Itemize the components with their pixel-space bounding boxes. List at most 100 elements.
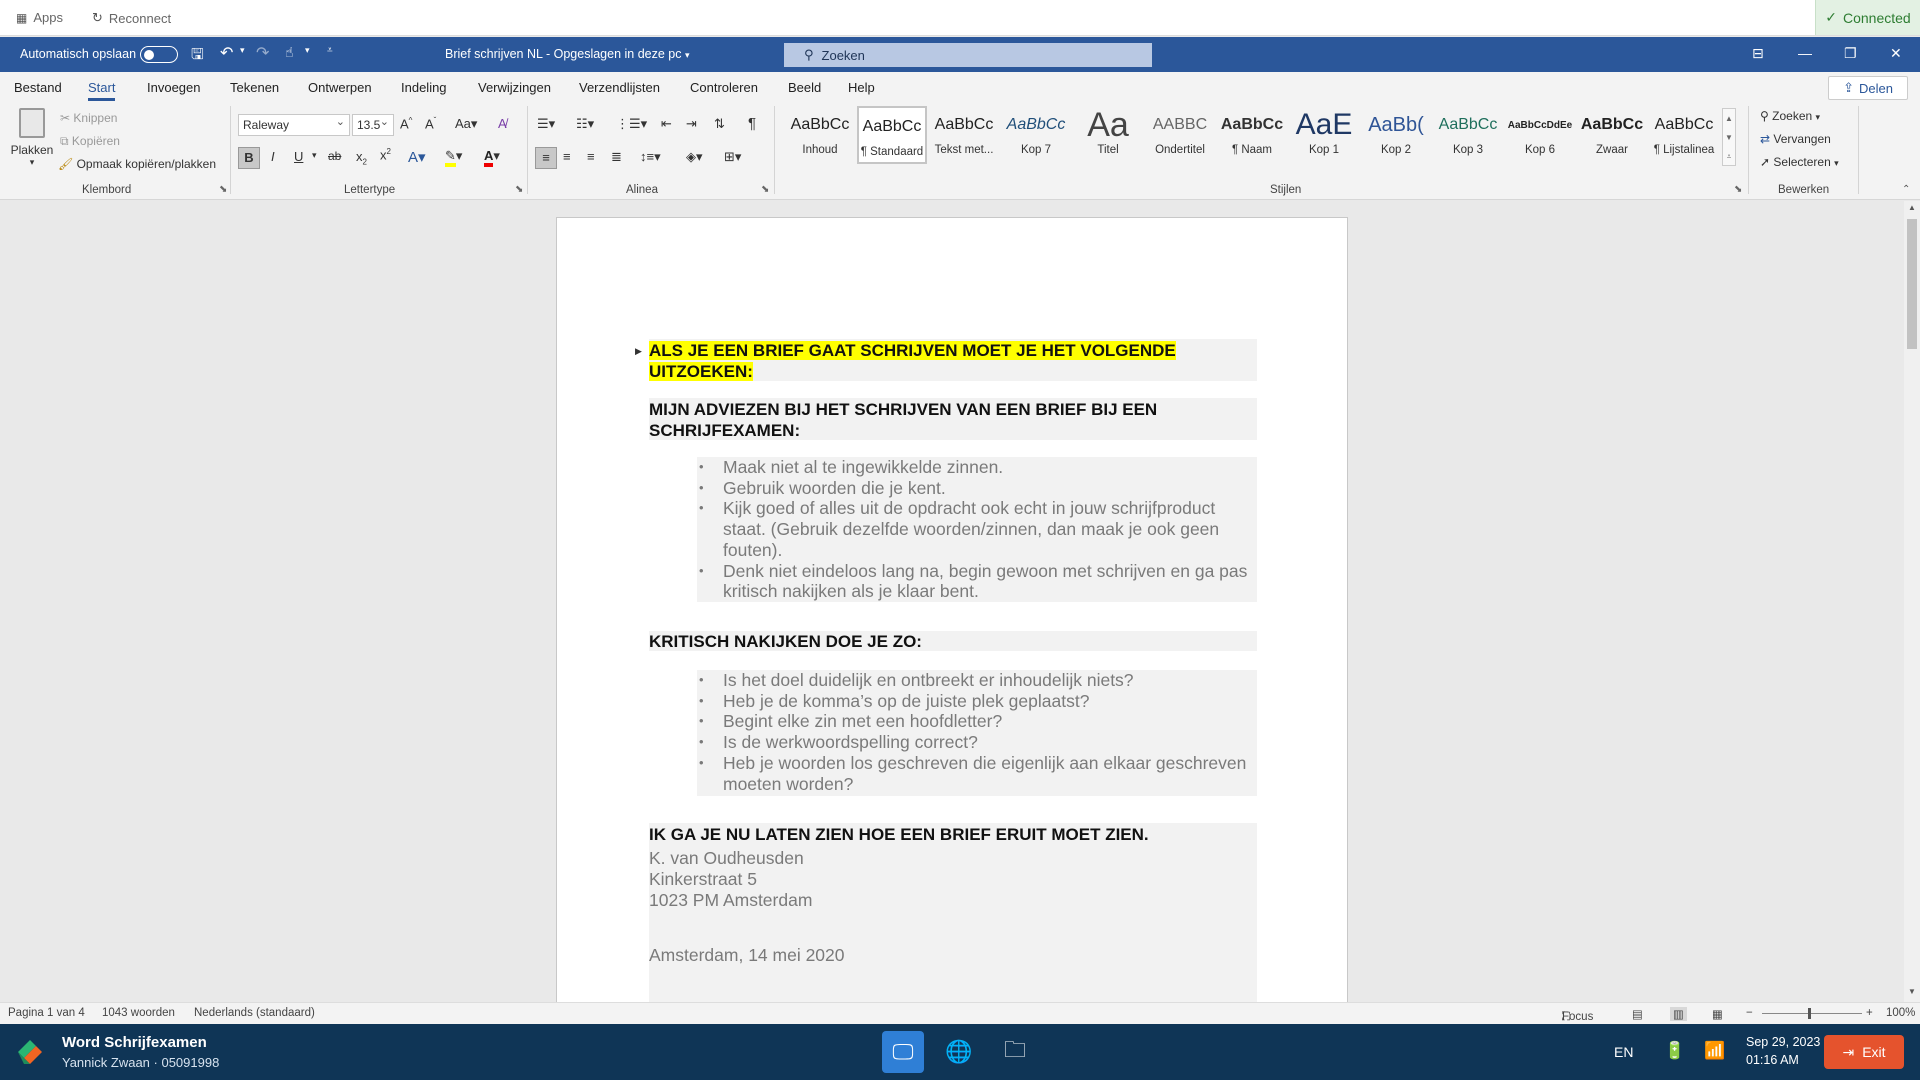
scrollbar-thumb[interactable] — [1907, 219, 1917, 349]
tab-indeling[interactable]: Indeling — [401, 80, 447, 95]
undo-icon[interactable]: ↶ — [220, 43, 233, 63]
bullets-icon[interactable]: ☰▾ — [537, 116, 555, 132]
more-styles-icon[interactable]: ⩡ — [1723, 147, 1735, 166]
cut-button[interactable]: ✂ Knippen — [60, 111, 117, 125]
tab-bestand[interactable]: Bestand — [14, 80, 62, 95]
style-inhoud[interactable]: AaBbCc Inhoud — [785, 106, 855, 164]
customize-qat-icon[interactable]: ⩡ — [327, 45, 333, 56]
tab-ontwerpen[interactable]: Ontwerpen — [308, 80, 372, 95]
font-name-combo[interactable]: Raleway — [238, 114, 350, 136]
zoom-slider[interactable] — [1762, 1013, 1862, 1014]
text-effects-icon[interactable]: A▾ — [408, 148, 426, 166]
minimize-icon[interactable]: — — [1798, 45, 1812, 61]
dialog-launcher-icon[interactable]: ⬊ — [761, 184, 769, 195]
redo-icon[interactable]: ↷ — [256, 43, 269, 63]
bold-icon[interactable]: B — [238, 147, 260, 169]
select-button[interactable]: ➚ Selecteren ▾ — [1760, 155, 1839, 169]
document-page[interactable]: ▶ ALS JE EEN BRIEF GAAT SCHRIJVEN MOET J… — [556, 217, 1348, 1002]
document-canvas[interactable]: ▶ ALS JE EEN BRIEF GAAT SCHRIJVEN MOET J… — [0, 201, 1904, 1002]
style-kop-1[interactable]: AaE Kop 1 — [1289, 106, 1359, 164]
italic-icon[interactable]: I — [271, 149, 275, 164]
style-kop-6[interactable]: AaBbCcDdEe Kop 6 — [1505, 106, 1575, 164]
strikethrough-icon[interactable]: ab — [328, 149, 341, 163]
styles-scroll[interactable]: ▲ ▼ ⩡ — [1722, 108, 1736, 166]
apps-button[interactable]: ▦ Apps — [16, 10, 63, 25]
copy-button[interactable]: ⧉ Kopiëren — [60, 134, 120, 149]
style-kop-2[interactable]: AaBb(Kop 2 — [1361, 106, 1431, 164]
pilcrow-icon[interactable]: ¶ — [748, 115, 756, 132]
page-count[interactable]: Pagina 1 van 4 — [8, 1007, 85, 1019]
style-kop-7[interactable]: AaBbCc Kop 7 — [1001, 106, 1071, 164]
decrease-indent-icon[interactable]: ⇤ — [661, 116, 672, 132]
style-tekst-met[interactable]: AaBbCc Tekst met... — [929, 106, 999, 164]
heading-1[interactable]: ALS JE EEN BRIEF GAAT SCHRIJVEN MOET JE … — [649, 339, 1257, 381]
battery-icon[interactable]: 🔋 — [1664, 1041, 1685, 1061]
tab-start[interactable]: Start — [88, 80, 116, 101]
chevron-up-icon[interactable]: ▲ — [1908, 203, 1916, 212]
print-layout-icon[interactable]: ▥ — [1670, 1007, 1687, 1021]
chevron-down-icon[interactable]: ▼ — [1723, 128, 1735, 147]
document-title[interactable]: Brief schrijven NL - Opgeslagen in deze … — [445, 47, 690, 61]
chevron-up-icon[interactable]: ▲ — [1723, 109, 1735, 128]
touch-dropdown-icon[interactable]: ▾ — [305, 45, 310, 56]
search-box[interactable]: ⚲ Zoeken — [784, 43, 1152, 67]
shading-icon[interactable]: ◈▾ — [686, 149, 703, 165]
format-painter-button[interactable]: 🖌 Opmaak kopiëren/plakken — [58, 157, 216, 171]
style-standaard[interactable]: AaBbCc ¶ Standaard — [857, 106, 927, 164]
tab-beeld[interactable]: Beeld — [788, 80, 821, 95]
tab-tekenen[interactable]: Tekenen — [230, 80, 279, 95]
reconnect-button[interactable]: ↻ Reconnect — [92, 10, 171, 26]
collapse-arrow-icon[interactable]: ▶ — [635, 346, 642, 357]
autosave-toggle[interactable] — [140, 46, 178, 63]
grow-font-icon[interactable]: A^ — [400, 116, 412, 131]
touch-mode-icon[interactable]: ☝ — [285, 44, 294, 61]
undo-dropdown-icon[interactable]: ▾ — [240, 45, 245, 56]
exit-button[interactable]: ⇥ Exit — [1824, 1035, 1904, 1069]
style-zwaar[interactable]: AaBbCc Zwaar — [1577, 106, 1647, 164]
zoom-slider-thumb[interactable] — [1808, 1008, 1811, 1019]
tab-controleren[interactable]: Controleren — [690, 80, 758, 95]
desktop-button[interactable]: 🖵 — [882, 1031, 924, 1073]
tab-verwijzingen[interactable]: Verwijzingen — [478, 80, 551, 95]
collapse-ribbon-icon[interactable]: ⌃ — [1902, 184, 1910, 195]
heading-3[interactable]: KRITISCH NAKIJKEN DOE JE ZO: — [649, 631, 1257, 651]
wifi-icon[interactable]: 📶 — [1704, 1041, 1725, 1061]
borders-icon[interactable]: ⊞▾ — [724, 149, 741, 165]
files-button[interactable]: 🗀 — [994, 1031, 1036, 1073]
dialog-launcher-icon[interactable]: ⬊ — [1734, 184, 1742, 195]
dialog-launcher-icon[interactable]: ⬊ — [219, 184, 227, 195]
numbering-icon[interactable]: ☷▾ — [576, 116, 594, 132]
style-kop-3[interactable]: AaBbCc Kop 3 — [1433, 106, 1503, 164]
change-case-icon[interactable]: Aa▾ — [455, 116, 477, 132]
underline-icon[interactable]: U — [294, 149, 303, 164]
zoom-in-icon[interactable]: + — [1866, 1007, 1873, 1019]
style-titel[interactable]: Aa Titel — [1073, 106, 1143, 164]
font-color-icon[interactable]: A▾ — [484, 148, 500, 167]
align-left-icon[interactable]: ≡ — [535, 147, 557, 169]
paste-button[interactable]: Plakken ▾ — [10, 108, 54, 168]
zoom-out-icon[interactable]: − — [1746, 1007, 1753, 1019]
share-button[interactable]: ⇪ Delen — [1828, 76, 1908, 100]
save-icon[interactable]: 🖫 — [191, 44, 204, 69]
ribbon-display-icon[interactable]: ⊟ — [1752, 45, 1764, 62]
remote-web-button[interactable]: 🌐 — [938, 1031, 980, 1073]
tab-invoegen[interactable]: Invoegen — [147, 80, 201, 95]
web-layout-icon[interactable]: ▦ — [1712, 1007, 1723, 1021]
tab-help[interactable]: Help — [848, 80, 875, 95]
shrink-font-icon[interactable]: Aˇ — [425, 116, 436, 131]
zoom-level[interactable]: 100% — [1886, 1007, 1915, 1019]
find-button[interactable]: ⚲ Zoeken ▾ — [1760, 109, 1820, 123]
font-size-combo[interactable]: 13.5 — [352, 114, 394, 136]
chevron-down-icon[interactable]: ▾ — [312, 150, 317, 161]
close-icon[interactable]: ✕ — [1890, 45, 1902, 62]
sort-icon[interactable]: ⇅ — [714, 116, 725, 132]
language-status[interactable]: Nederlands (standaard) — [194, 1007, 315, 1019]
line-spacing-icon[interactable]: ↕≡▾ — [640, 149, 661, 165]
subscript-icon[interactable]: x2 — [356, 149, 367, 167]
review-list[interactable]: Is het doel duidelijk en ontbreekt er in… — [697, 670, 1257, 796]
multilevel-list-icon[interactable]: ⋮☰▾ — [616, 116, 647, 132]
align-center-icon[interactable]: ≡ — [563, 149, 571, 164]
highlight-icon[interactable]: ✎▾ — [445, 148, 462, 167]
clear-formatting-icon[interactable]: A̸ — [498, 116, 507, 131]
heading-2[interactable]: MIJN ADVIEZEN BIJ HET SCHRIJVEN VAN EEN … — [649, 398, 1257, 440]
